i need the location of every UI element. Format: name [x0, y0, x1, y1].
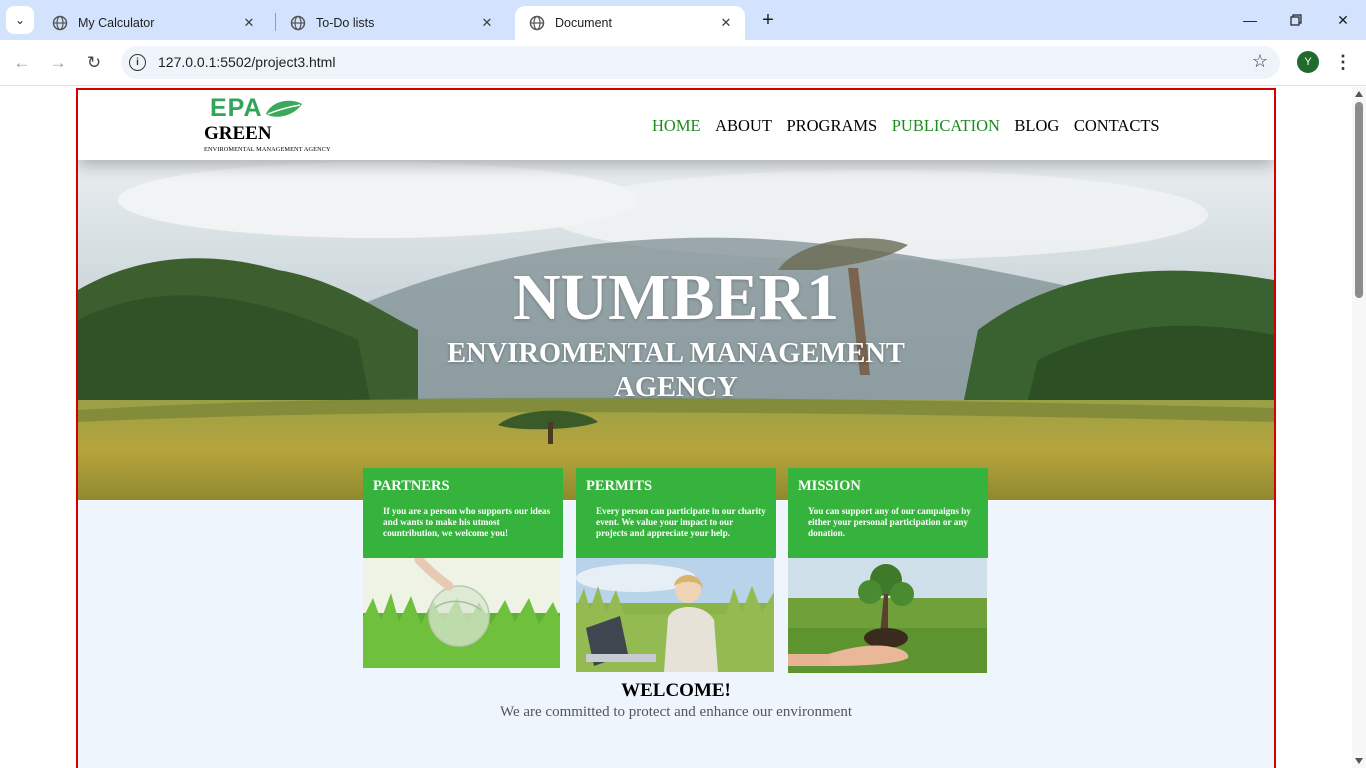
tab-search-button[interactable]: ⌄	[6, 6, 34, 34]
card-text: If you are a person who supports our ide…	[383, 506, 551, 538]
card-title: PERMITS	[586, 478, 653, 494]
tab-title: To-Do lists	[316, 16, 375, 30]
nav-about[interactable]: ABOUT	[715, 116, 772, 136]
close-icon[interactable]: ✕	[240, 14, 258, 32]
page-viewport: EPA GREEN ENVIROMENTAL MANAGEMENT AGENCY…	[0, 87, 1352, 768]
card-partners[interactable]: PARTNERS If you are a person who support…	[363, 468, 563, 668]
welcome-heading: WELCOME!	[621, 680, 731, 701]
bookmark-star-icon[interactable]: ☆	[1252, 51, 1268, 72]
tree-in-hands-image	[788, 558, 987, 673]
card-text: Every person can participate in our char…	[596, 506, 766, 538]
close-icon[interactable]: ✕	[478, 14, 496, 32]
nav-contacts[interactable]: CONTACTS	[1074, 116, 1160, 136]
scroll-up-arrow-icon[interactable]	[1355, 91, 1363, 97]
hero-subtitle: ENVIROMENTAL MANAGEMENT AGENCY	[447, 338, 905, 403]
woman-with-laptop-image	[576, 558, 774, 672]
card-text: You can support any of our campaigns by …	[808, 506, 971, 538]
site-header: EPA GREEN ENVIROMENTAL MANAGEMENT AGENCY…	[78, 90, 1274, 160]
url-text[interactable]: 127.0.0.1:5502/project3.html	[158, 54, 335, 70]
restore-button[interactable]	[1284, 8, 1308, 32]
browser-toolbar: ← → ↻ i 127.0.0.1:5502/project3.html ☆ Y…	[0, 40, 1366, 86]
card-title: MISSION	[798, 478, 861, 494]
welcome-tagline: We are committed to protect and enhance …	[500, 704, 852, 720]
card-header: PARTNERS If you are a person who support…	[363, 468, 563, 558]
nav-blog[interactable]: BLOG	[1014, 116, 1059, 136]
hero-title: NUMBER1	[512, 261, 840, 334]
minimize-icon: —	[1243, 12, 1257, 28]
chevron-down-icon: ⌄	[14, 13, 26, 27]
tab-todo-lists[interactable]: To-Do lists ✕	[276, 6, 506, 40]
scroll-down-arrow-icon[interactable]	[1355, 758, 1363, 764]
site-frame: EPA GREEN ENVIROMENTAL MANAGEMENT AGENCY…	[76, 88, 1276, 768]
reload-button[interactable]: ↻	[82, 51, 106, 75]
logo-mark: EPA	[210, 94, 263, 122]
reload-icon: ↻	[86, 53, 102, 72]
main-nav: HOME ABOUT PROGRAMS PUBLICATION BLOG CON…	[652, 116, 1174, 136]
address-bar[interactable]: i 127.0.0.1:5502/project3.html ☆	[121, 46, 1280, 79]
back-button[interactable]: ←	[10, 51, 34, 75]
leaf-icon	[266, 100, 302, 117]
card-mission[interactable]: MISSION You can support any of our campa…	[788, 468, 988, 673]
card-permits[interactable]: PERMITS Every person can participate in …	[576, 468, 776, 672]
arrow-left-icon: ←	[13, 53, 31, 72]
globe-icon	[529, 15, 545, 31]
restore-icon	[1290, 14, 1302, 26]
globe-icon	[52, 15, 68, 31]
tab-document[interactable]: Document ✕	[515, 6, 745, 40]
tab-title: Document	[555, 16, 612, 30]
nav-home[interactable]: HOME	[652, 116, 701, 136]
forward-button[interactable]: →	[46, 51, 70, 75]
logo-subtitle: ENVIROMENTAL MANAGEMENT AGENCY	[204, 146, 331, 153]
page-scrollbar[interactable]	[1352, 87, 1366, 768]
close-window-button[interactable]: ✕	[1331, 8, 1355, 32]
logo-name: GREEN	[204, 123, 272, 144]
site-info-icon[interactable]: i	[129, 54, 146, 71]
hero-banner: NUMBER1 ENVIROMENTAL MANAGEMENT AGENCY	[78, 160, 1274, 500]
tab-strip: ⌄ My Calculator ✕ To-Do lists ✕ Document…	[0, 0, 1366, 40]
close-icon: ✕	[1337, 11, 1349, 28]
tab-my-calculator[interactable]: My Calculator ✕	[38, 6, 268, 40]
scrollbar-thumb[interactable]	[1355, 102, 1363, 298]
arrow-right-icon: →	[49, 53, 67, 72]
card-header: MISSION You can support any of our campa…	[788, 468, 988, 558]
globe-in-grass-image	[363, 558, 560, 668]
new-tab-button[interactable]: +	[757, 9, 779, 31]
site-logo[interactable]: EPA GREEN ENVIROMENTAL MANAGEMENT AGENCY	[204, 90, 354, 160]
card-header: PERMITS Every person can participate in …	[576, 468, 776, 558]
close-icon[interactable]: ✕	[717, 14, 735, 32]
globe-icon	[290, 15, 306, 31]
nav-programs[interactable]: PROGRAMS	[786, 116, 877, 136]
nav-publication[interactable]: PUBLICATION	[892, 116, 1000, 136]
card-title: PARTNERS	[373, 478, 450, 494]
plus-icon: +	[762, 9, 774, 31]
menu-kebab-icon[interactable]: ⋮	[1334, 50, 1352, 74]
profile-avatar[interactable]: Y	[1297, 51, 1319, 73]
minimize-button[interactable]: —	[1238, 8, 1262, 32]
tab-title: My Calculator	[78, 16, 155, 30]
